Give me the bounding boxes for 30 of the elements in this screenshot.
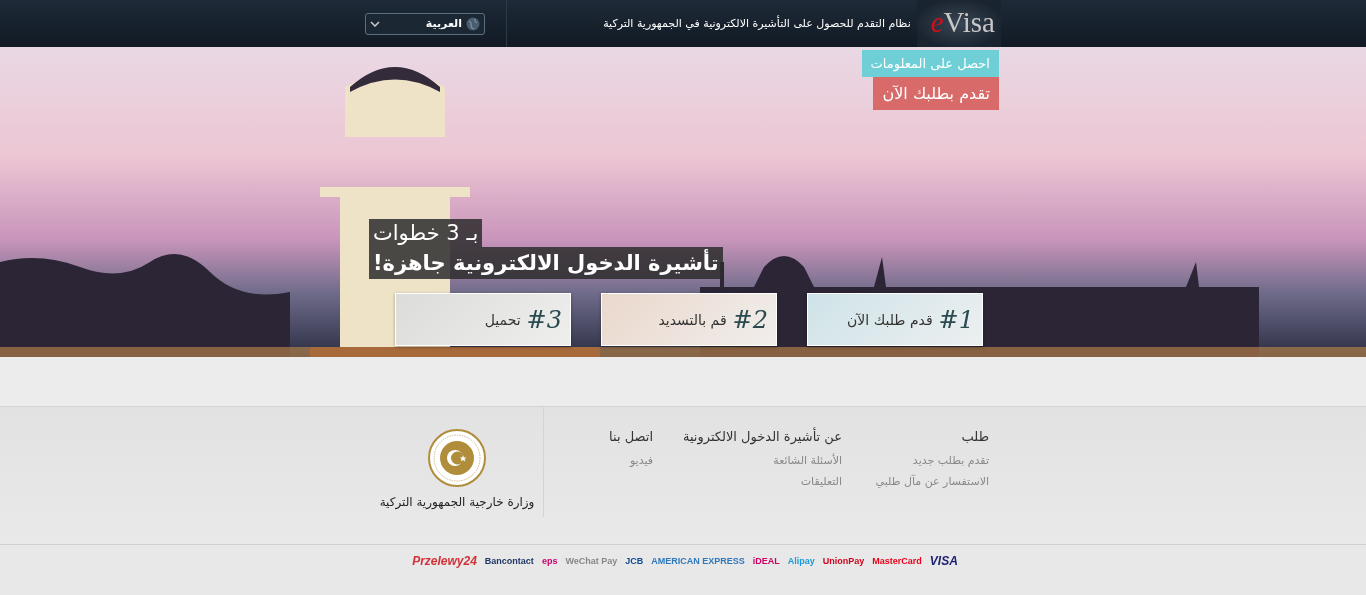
footer-link[interactable]: التعليقات xyxy=(800,475,842,488)
payment-logo: Alipay xyxy=(787,556,815,566)
payment-logo: MasterCard xyxy=(872,556,922,566)
info-button[interactable]: احصل على المعلومات xyxy=(861,50,999,77)
footer-heading: عن تأشيرة الدخول الالكترونية xyxy=(682,429,842,444)
headline-text: تأشيرة الدخول الالكترونية جاهزة! xyxy=(369,247,723,279)
payment-logo: AMERICAN EXPRESS xyxy=(651,556,745,566)
footer-heading: اتصل بنا xyxy=(609,429,653,444)
payment-logo: Bancontact xyxy=(484,556,534,566)
payment-logo: iDEAL xyxy=(752,556,780,566)
payment-logo: eps xyxy=(541,556,558,566)
payment-logo: Przelewy24 xyxy=(412,554,477,568)
evisa-logo: eVisa xyxy=(916,0,1001,47)
apply-button[interactable]: تقدم بطلبك الآن xyxy=(873,77,999,110)
footer-link[interactable]: الاستفسار عن مآل طلبي xyxy=(875,475,989,488)
footer-link[interactable]: الأسئلة الشائعة xyxy=(773,454,842,467)
header-subtitle: نظام التقدم للحصول على التأشيرة الالكترونية في الجمهورية التركية xyxy=(603,17,911,30)
language-select[interactable]: العربية xyxy=(365,12,485,35)
ministry-seal-icon xyxy=(428,429,486,487)
payment-logo: WeChat Pay xyxy=(565,556,618,566)
footer-link[interactable]: تقدم بطلب جديد xyxy=(912,454,989,467)
footer-heading: طلب xyxy=(961,429,989,444)
headline-text: بـ 3 خطوات xyxy=(369,219,483,247)
footer-link[interactable]: فيديو xyxy=(629,454,653,467)
payment-logo: UnionPay xyxy=(822,556,865,566)
payment-logo: JCB xyxy=(625,556,644,566)
payment-logo: VISA xyxy=(929,554,958,568)
ministry-name: وزارة خارجية الجمهورية التركية xyxy=(379,495,535,509)
globe-icon xyxy=(466,16,480,31)
chevron-down-icon xyxy=(370,20,380,27)
